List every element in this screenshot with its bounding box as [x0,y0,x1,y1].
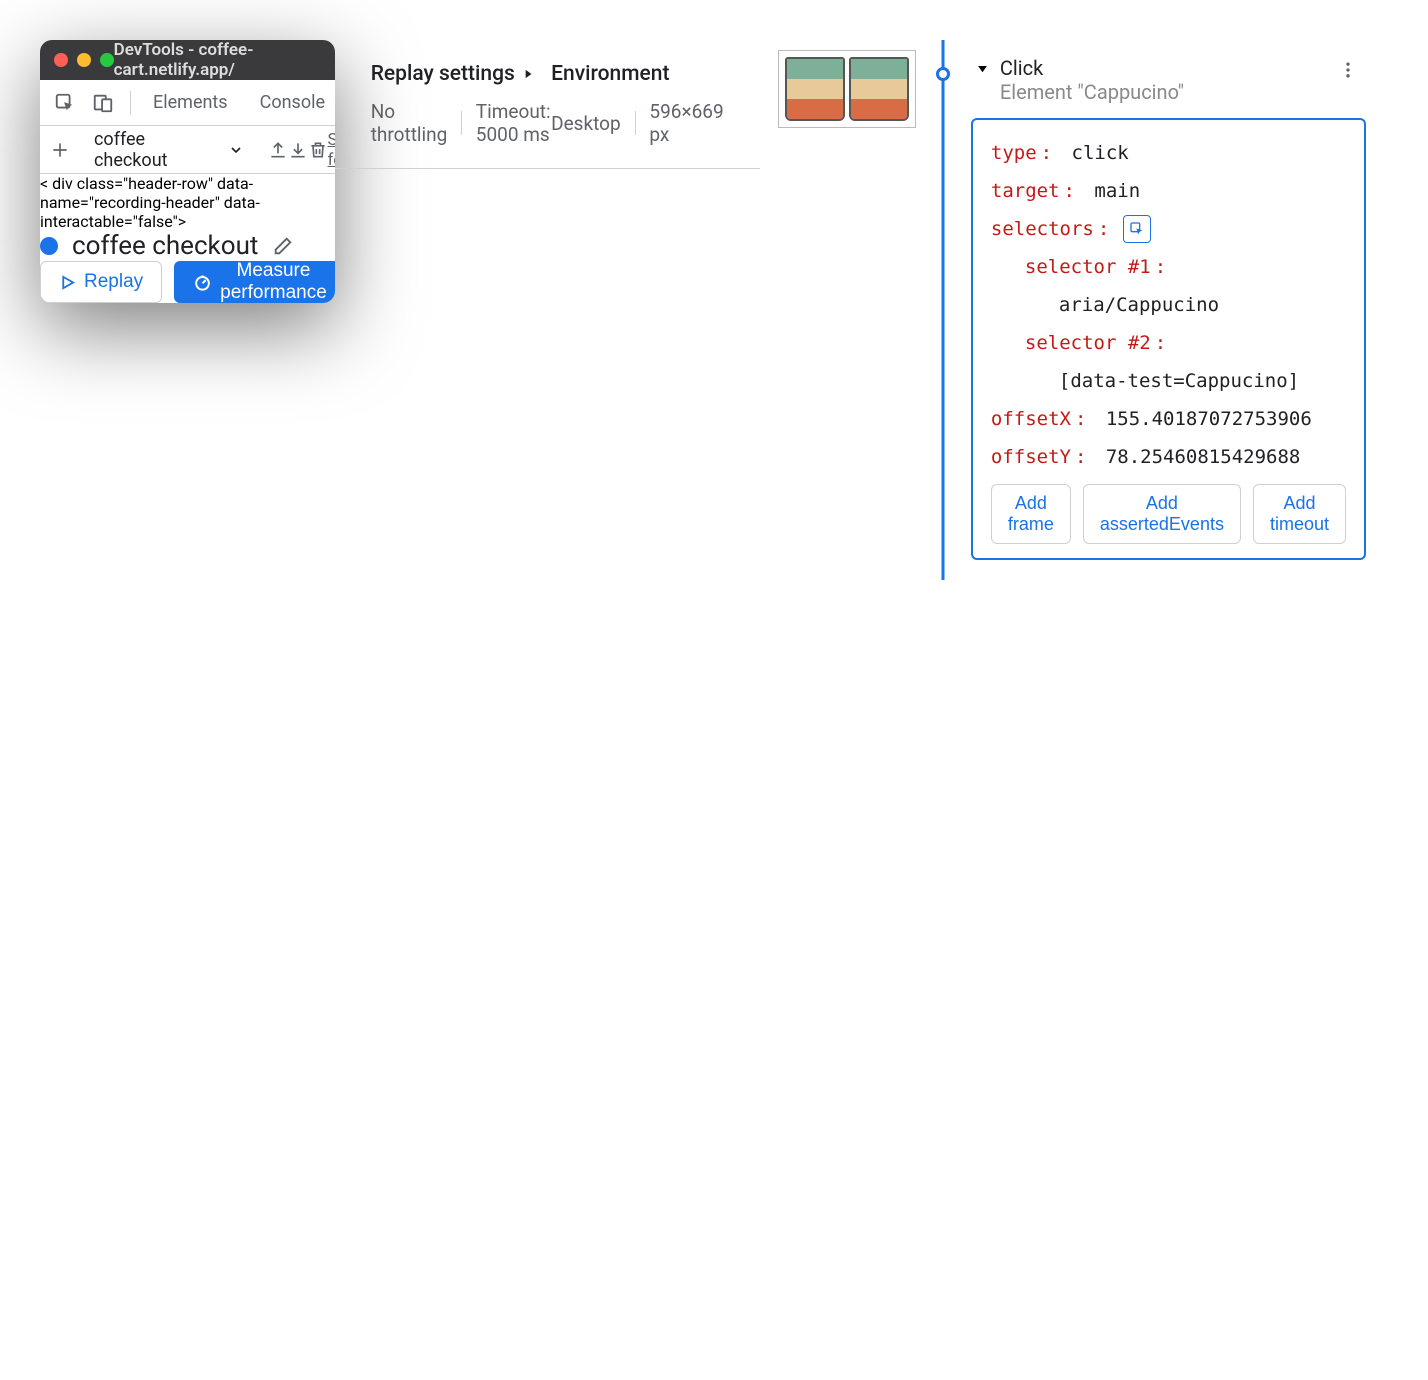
inspect-icon[interactable] [48,86,82,120]
recording-title: coffee checkout [72,231,258,261]
recording-indicator [40,237,58,255]
edit-title-icon[interactable] [272,235,294,257]
dimensions-value: 596×669 px [649,100,723,146]
key-sel2: selector #2 [1025,324,1151,362]
recording-select-label: coffee checkout [94,129,168,171]
step-menu-icon[interactable] [1334,56,1362,84]
replay-settings-toggle[interactable]: Replay settings [371,62,551,86]
close-window-button[interactable] [54,53,68,67]
pick-selector-icon[interactable] [1123,215,1151,243]
measure-performance-button[interactable]: Measure performance [174,261,335,303]
val-sel1[interactable]: aria/Cappucino [1059,286,1219,324]
val-type[interactable]: click [1072,134,1129,172]
replay-label: Replay [84,271,143,293]
chevron-down-icon [228,142,244,158]
device-toggle-icon[interactable] [86,86,120,120]
maximize-window-button[interactable] [100,53,114,67]
steps-area: Click Element "Cappucino" type: click ta… [760,40,1388,580]
val-target[interactable]: main [1094,172,1140,210]
throttling-value: No throttling [371,100,448,146]
delete-icon[interactable] [308,133,328,167]
replay-settings-label: Replay settings [371,62,515,86]
val-sel2[interactable]: [data-test=Cappucino] [1059,362,1299,400]
collapse-icon[interactable] [975,61,990,76]
replay-button[interactable]: Replay [40,261,162,303]
chevron-right-icon [521,67,535,81]
play-icon [59,274,76,291]
key-offsetx: offsetX [991,400,1071,438]
timeline [925,40,961,580]
step-title: Click [1000,56,1184,80]
devtools-window: DevTools - coffee-cart.netlify.app/ Elem… [40,40,335,303]
import-icon[interactable] [288,133,308,167]
measure-label: Measure performance [220,260,327,303]
divider [635,111,636,135]
window-title: DevTools - coffee-cart.netlify.app/ [114,40,261,80]
key-target: target [991,172,1060,210]
traffic-lights [54,53,114,67]
send-feedback-link[interactable]: Send feedback [328,130,335,170]
device-value: Desktop [551,112,621,135]
cup-icon [785,57,845,121]
step-subtitle: Element "Cappucino" [1000,80,1184,104]
export-icon[interactable] [268,133,288,167]
val-offsety[interactable]: 78.25460815429688 [1106,438,1300,476]
add-timeout-button[interactable]: Add timeout [1253,484,1346,544]
step-panel: Click Element "Cappucino" type: click ta… [961,40,1388,580]
recorder-toolbar: coffee checkout Send feedback [40,126,335,174]
key-sel1: selector #1 [1025,248,1151,286]
environment-heading: Environment [551,62,724,86]
titlebar: DevTools - coffee-cart.netlify.app/ [40,40,335,80]
tab-label: Console [260,92,325,113]
recording-select[interactable]: coffee checkout [82,129,256,171]
step-thumbnail[interactable] [778,50,916,128]
timeout-value: Timeout: 5000 ms [476,100,551,146]
key-offsety: offsetY [991,438,1071,476]
gauge-icon [193,273,212,292]
minimize-window-button[interactable] [77,53,91,67]
settings-panel: Replay settings No throttling Timeout: 5… [335,40,760,169]
step-details: type: click target: main selectors: sele… [971,118,1366,560]
tab-elements[interactable]: Elements [137,80,244,126]
key-selectors: selectors [991,210,1094,248]
timeline-dot [936,67,950,81]
new-recording-icon[interactable] [50,133,70,167]
add-asserted-events-button[interactable]: Add assertedEvents [1083,484,1241,544]
tabbar: Elements Console Sources Recorder [40,80,335,126]
cup-icon [849,57,909,121]
add-frame-button[interactable]: Add frame [991,484,1071,544]
environment-label: Environment [551,62,669,86]
tab-label: Elements [153,92,228,113]
tab-console[interactable]: Console [244,80,335,126]
key-type: type [991,134,1037,172]
val-offsetx[interactable]: 155.40187072753906 [1106,400,1312,438]
thumbnail-column [760,40,925,580]
divider [130,91,131,115]
